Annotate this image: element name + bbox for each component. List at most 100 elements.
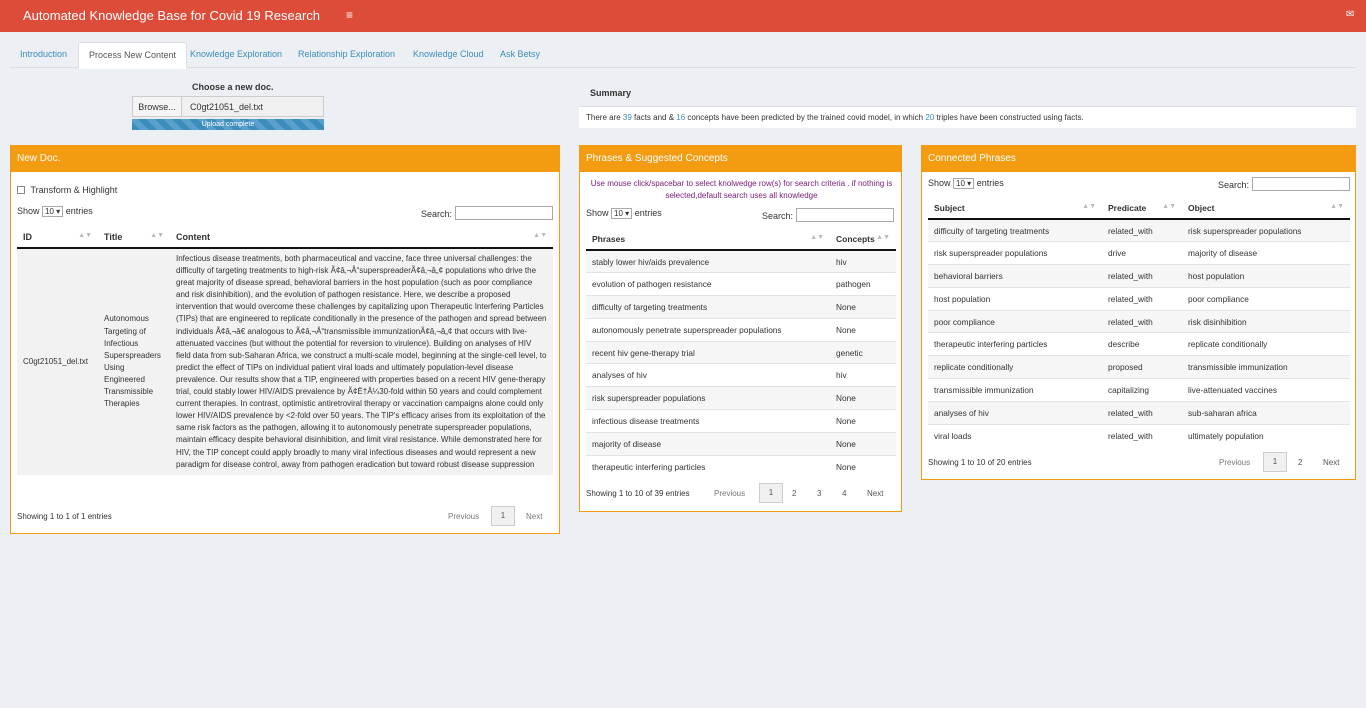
table-row[interactable]: replicate conditionally proposed transmiss… (928, 355, 1350, 379)
previous-button[interactable]: Previous (1219, 458, 1250, 467)
tab-knowledge-cloud[interactable]: Knowledge Cloud (403, 42, 494, 68)
cell-subject: transmissible immunization (928, 378, 1102, 402)
table-row[interactable]: C0gt21051_del.txt Autonomous Targeting o… (17, 248, 553, 475)
cell-predicate: describe (1102, 332, 1182, 356)
column-content[interactable]: Content ▲▼ (170, 226, 553, 249)
table-row[interactable]: behavioral barriers related_with host popu… (928, 264, 1350, 288)
table-row[interactable]: poor compliance related_with risk disinhib… (928, 309, 1350, 333)
page-button-3[interactable]: 3 (817, 489, 821, 498)
tab-process-new-content[interactable]: Process New Content (78, 42, 188, 69)
table-row[interactable]: therapeutic interfering particles None (586, 454, 896, 478)
cell-concept: None (830, 454, 896, 478)
header-label: Title (104, 231, 123, 242)
page-button-1[interactable]: 1 (1263, 452, 1287, 472)
panel-title: New Doc. (11, 146, 559, 172)
cell-subject: replicate conditionally (928, 355, 1102, 379)
column-predicate[interactable]: Predicate ▲▼ (1102, 197, 1182, 220)
table-row[interactable]: viral loads related_with ultimately popula… (928, 423, 1350, 447)
show-label: Show (17, 206, 40, 216)
search-input[interactable] (455, 206, 553, 220)
tab-ask-betsy[interactable]: Ask Betsy (490, 42, 550, 68)
selection-hint: Use mouse click/spacebar to select knolw… (590, 179, 893, 200)
search-label: Search: (762, 211, 794, 221)
filename-field[interactable]: C0gt21051_del.txt (182, 96, 324, 117)
cell-object: poor compliance (1182, 286, 1350, 311)
tab-introduction[interactable]: Introduction (10, 42, 77, 68)
table-row[interactable]: transmissible immunization capitalizing li… (928, 378, 1350, 402)
column-subject[interactable]: Subject ▲▼ (928, 197, 1102, 220)
cell-predicate: related_with (1102, 218, 1182, 242)
transform-highlight-checkbox[interactable]: Transform & Highlight (17, 184, 117, 195)
table-info: Showing 1 to 1 of 1 entries (17, 512, 112, 521)
search-label: Search: (1218, 180, 1250, 190)
entries-value: 10 (45, 207, 54, 216)
table-row[interactable]: difficulty of targeting treatments None (586, 295, 896, 319)
table-row[interactable]: analyses of hiv related_with sub-saharan a… (928, 400, 1350, 425)
search-input[interactable] (1252, 177, 1350, 191)
table-row[interactable]: host population related_with poor complian… (928, 286, 1350, 311)
cell-concept: None (830, 431, 896, 456)
table-row[interactable]: recent hiv gene-therapy trial genetic (586, 340, 896, 364)
tab-relationship-exploration[interactable]: Relationship Exploration (288, 42, 405, 68)
cell-object: host population (1182, 264, 1350, 288)
browse-button[interactable]: Browse... (132, 96, 182, 117)
page-button[interactable]: 1 (491, 506, 515, 526)
header-label: ID (23, 231, 32, 242)
column-phrases[interactable]: Phrases ▲▼ (586, 228, 830, 251)
next-button[interactable]: Next (1323, 458, 1339, 467)
cell-concept: None (830, 409, 896, 433)
entries-select[interactable]: 10 ▾ (611, 208, 633, 219)
menu-toggle-icon[interactable]: ≡ (346, 8, 353, 22)
page-button-2[interactable]: 2 (792, 489, 796, 498)
entries-select[interactable]: 10 ▾ (42, 206, 64, 217)
page-button-4[interactable]: 4 (842, 489, 846, 498)
table-row[interactable]: majority of disease None (586, 431, 896, 456)
cell-subject: risk superspreader populations (928, 241, 1102, 265)
cell-subject: host population (928, 286, 1102, 311)
cell-predicate: proposed (1102, 355, 1182, 379)
cell-object: ultimately population (1182, 423, 1350, 447)
entries-select[interactable]: 10 ▾ (953, 178, 975, 189)
table-row[interactable]: risk superspreader populations None (586, 386, 896, 410)
cell-object: replicate conditionally (1182, 332, 1350, 356)
column-id[interactable]: ID ▲▼ (17, 226, 98, 249)
cell-phrase: evolution of pathogen resistance (586, 272, 830, 296)
cell-object: live-attenuated vaccines (1182, 378, 1350, 402)
entries-length-control: Show 10 ▾ entries (586, 208, 662, 219)
page-button-2[interactable]: 2 (1298, 458, 1302, 467)
column-concepts[interactable]: Concepts ▲▼ (830, 228, 896, 251)
table-row[interactable]: risk superspreader populations drive major… (928, 241, 1350, 265)
next-button[interactable]: Next (867, 489, 883, 498)
next-button[interactable]: Next (526, 512, 542, 521)
search-input[interactable] (796, 208, 894, 222)
summary-text: There are 39 facts and & 16 concepts hav… (579, 106, 1356, 128)
summary-text-part: There are (586, 113, 623, 122)
previous-button[interactable]: Previous (714, 489, 745, 498)
table-row[interactable]: evolution of pathogen resistance pathogen (586, 272, 896, 296)
column-title[interactable]: Title ▲▼ (98, 226, 170, 249)
table-row[interactable]: autonomously penetrate superspreader pop… (586, 317, 896, 342)
column-object[interactable]: Object ▲▼ (1182, 197, 1350, 220)
entries-length-control: Show 10 ▾ entries (17, 206, 93, 217)
triples-count: 20 (925, 113, 935, 122)
new-doc-panel: New Doc. Transform & Highlight Show 10 ▾… (10, 145, 560, 534)
main-tabs: Introduction Process New Content Knowled… (10, 42, 1356, 69)
tab-knowledge-exploration[interactable]: Knowledge Exploration (180, 42, 292, 68)
cell-phrase: therapeutic interfering particles (586, 454, 830, 478)
table-row[interactable]: difficulty of targeting treatments relate… (928, 218, 1350, 242)
cell-object: majority of disease (1182, 241, 1350, 265)
cell-phrase: difficulty of targeting treatments (586, 295, 830, 319)
app-title[interactable]: Automated Knowledge Base for Covid 19 Re… (23, 8, 320, 23)
page-button-1[interactable]: 1 (759, 483, 783, 503)
previous-button[interactable]: Previous (448, 512, 479, 521)
cell-predicate: related_with (1102, 286, 1182, 311)
cell-content: Infectious disease treatments, both phar… (170, 248, 553, 475)
cell-subject: poor compliance (928, 309, 1102, 333)
envelope-icon[interactable]: ✉ (1346, 9, 1354, 20)
table-row[interactable]: stably lower hiv/aids prevalence hiv (586, 249, 896, 273)
table-row[interactable]: therapeutic interfering particles describ… (928, 332, 1350, 356)
table-row[interactable]: infectious disease treatments None (586, 409, 896, 433)
table-row[interactable]: analyses of hiv hiv (586, 363, 896, 387)
cell-phrase: risk superspreader populations (586, 386, 830, 410)
cell-predicate: related_with (1102, 423, 1182, 447)
